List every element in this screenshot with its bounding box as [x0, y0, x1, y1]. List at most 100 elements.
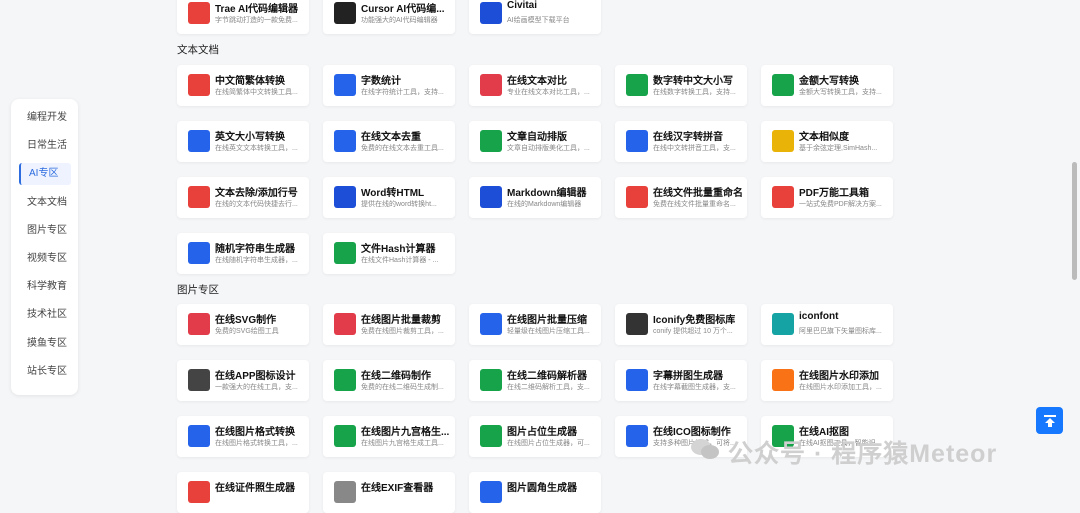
tool-card[interactable]: 数字转中文大小写 在线数字转换工具，支持...: [615, 65, 747, 106]
app-icon-design-icon: [188, 369, 210, 391]
compress-icon: [480, 313, 502, 335]
pinyin-icon: [626, 130, 648, 152]
tool-card[interactable]: 在线文本去重 免费的在线文本去重工具...: [323, 121, 455, 162]
tool-card[interactable]: 字数统计 在线字符统计工具，支持...: [323, 65, 455, 106]
hash-icon: [334, 242, 356, 264]
tool-card[interactable]: 在线文件批量重命名 免费在线文件批量重命名...: [615, 177, 747, 218]
tool-card[interactable]: 在线文本对比 专业在线文本对比工具，...: [469, 65, 601, 106]
similarity-icon: [772, 130, 794, 152]
sidebar-item[interactable]: 图片专区: [19, 220, 71, 242]
tool-title: Iconify免费图标库: [653, 315, 736, 326]
tool-card[interactable]: 在线图片格式转换在线图片格式转换工具，...: [177, 416, 309, 457]
tool-card[interactable]: 随机字符串生成器 在线随机字符串生成器，...: [177, 233, 309, 274]
tool-card[interactable]: 英文大小写转换在线英文文本转换工具，...: [177, 121, 309, 162]
sidebar-item[interactable]: 视频专区: [19, 248, 71, 270]
tool-desc: 在线图片九宫格生成工具...: [361, 440, 444, 447]
cursor-icon: [334, 2, 356, 24]
tool-desc: 阿里巴巴旗下矢量图标库...: [799, 328, 882, 335]
tool-desc: 在线图片水印添加工具，...: [799, 384, 882, 391]
sidebar-item[interactable]: 摸鱼专区: [19, 333, 71, 355]
tool-title: 英文大小写转换: [215, 132, 285, 143]
tool-card[interactable]: 文本相似度基于余弦定理,SimHash...: [761, 121, 893, 162]
section-title-image: 图片专区: [177, 284, 219, 296]
tool-desc: 一款强大的在线工具，支...: [215, 384, 298, 391]
sidebar-item[interactable]: 站长专区: [19, 361, 71, 383]
tool-card[interactable]: 在线汉字转拼音 在线中文转拼音工具，支...: [615, 121, 747, 162]
pdf-icon: [772, 186, 794, 208]
tool-card[interactable]: 文章自动排版文章自动排版美化工具，...: [469, 121, 601, 162]
sidebar-item[interactable]: 日常生活: [19, 135, 71, 157]
ico-icon: [626, 425, 648, 447]
tool-card[interactable]: 文本去除/添加行号 在线的文本代码快捷去行...: [177, 177, 309, 218]
tool-title: 在线图片格式转换: [215, 427, 295, 438]
tool-card[interactable]: 在线图片批量裁剪 免费在线图片裁剪工具，...: [323, 304, 455, 345]
tool-title: 随机字符串生成器: [215, 244, 295, 255]
tool-desc: 免费的在线文本去重工具...: [361, 145, 444, 152]
category-sidebar: 编程开发日常生活 AI专区文本文档图片专区视频专区科学教育技术社区摸鱼专区站长专区: [11, 99, 78, 395]
tool-title: 文本相似度: [799, 132, 849, 143]
placeholder-icon: [480, 425, 502, 447]
sidebar-item[interactable]: 文本文档: [19, 192, 71, 214]
tool-title: 在线二维码解析器: [507, 371, 587, 382]
tool-card[interactable]: PDF万能工具箱 一站式免费PDF解决方案...: [761, 177, 893, 218]
tool-card[interactable]: Markdown编辑器 在线的Markdown编辑器: [469, 177, 601, 218]
back-to-top-button[interactable]: [1036, 407, 1063, 434]
sidebar-item[interactable]: AI专区: [19, 163, 71, 186]
tool-card[interactable]: 在线图片九宫格生... 在线图片九宫格生成工具...: [323, 416, 455, 457]
tool-card[interactable]: 金额大写转换 金额大写转换工具，支持...: [761, 65, 893, 106]
tool-card[interactable]: 在线SVG制作 免费的SVG绘图工具: [177, 304, 309, 345]
tool-desc: 在线的文本代码快捷去行...: [215, 201, 298, 208]
tool-desc: 在线二维码解析工具，支...: [507, 384, 590, 391]
tool-title: 在线图片水印添加: [799, 371, 879, 382]
tool-title: 在线汉字转拼音: [653, 132, 723, 143]
tool-card[interactable]: 在线二维码制作 免费的在线二维码生成制...: [323, 360, 455, 401]
tool-title: 字幕拼图生成器: [653, 371, 723, 382]
subtitle-icon: [626, 369, 648, 391]
tool-card[interactable]: 中文简繁体转换 在线简繁体中文转换工具...: [177, 65, 309, 106]
tool-card[interactable]: 在线证件照生成器: [177, 472, 309, 513]
tool-desc: 在线英文文本转换工具，...: [215, 145, 298, 152]
tool-card[interactable]: 文件Hash计算器 在线文件Hash计算器 - ...: [323, 233, 455, 274]
tool-desc: 文章自动排版美化工具，...: [507, 145, 590, 152]
sidebar-item[interactable]: 技术社区: [19, 304, 71, 326]
tool-desc: 基于余弦定理,SimHash...: [799, 145, 878, 152]
case-icon: [188, 130, 210, 152]
word-icon: [334, 186, 356, 208]
tool-title: Word转HTML: [361, 188, 425, 199]
tool-card[interactable]: 在线EXIF查看器: [323, 472, 455, 513]
tool-card[interactable]: Word转HTML 提供在线的word转换ht...: [323, 177, 455, 218]
tool-card[interactable]: Trae AI代码编辑器 字节跳动打造的一款免费...: [177, 0, 309, 34]
tool-title: 在线二维码制作: [361, 371, 431, 382]
tool-desc: 免费在线图片裁剪工具，...: [361, 328, 444, 335]
tool-title: 在线APP图标设计: [215, 371, 296, 382]
tool-card[interactable]: Iconify免费图标库 conify 提供超过 10 万个...: [615, 304, 747, 345]
tool-card[interactable]: Civitai AI绘画模型下载平台: [469, 0, 601, 34]
watermark-text: 公众号 · 程序猿Meteor: [728, 440, 998, 468]
tool-card[interactable]: 在线APP图标设计一款强大的在线工具，支...: [177, 360, 309, 401]
tool-card[interactable]: iconfont 阿里巴巴旗下矢量图标库...: [761, 304, 893, 345]
tool-card[interactable]: 在线图片水印添加在线图片水印添加工具，...: [761, 360, 893, 401]
rename-icon: [626, 186, 648, 208]
page-scrollbar[interactable]: [1072, 162, 1077, 280]
tool-card[interactable]: 图片圆角生成器: [469, 472, 601, 513]
tool-title: iconfont: [799, 311, 839, 322]
tool-desc: 功能强大的AI代码编辑器: [361, 17, 438, 24]
line-number-icon: [188, 186, 210, 208]
tool-desc: 在线字幕截图生成器，支...: [653, 384, 736, 391]
tool-title: 字数统计: [361, 76, 401, 87]
tool-card[interactable]: 字幕拼图生成器在线字幕截图生成器，支...: [615, 360, 747, 401]
tool-desc: 轻量级在线图片压缩工具...: [507, 328, 590, 335]
tool-desc: 在线简繁体中文转换工具...: [215, 89, 298, 96]
tool-title: 文件Hash计算器: [361, 244, 436, 255]
tool-card[interactable]: 在线图片批量压缩轻量级在线图片压缩工具...: [469, 304, 601, 345]
sidebar-item[interactable]: 编程开发: [19, 107, 71, 129]
tool-desc: 在线图片格式转换工具，...: [215, 440, 298, 447]
tool-card[interactable]: 在线二维码解析器在线二维码解析工具，支...: [469, 360, 601, 401]
tool-card[interactable]: Cursor AI代码编... 功能强大的AI代码编辑器: [323, 0, 455, 34]
sidebar-item[interactable]: 科学教育: [19, 276, 71, 298]
id-photo-icon: [188, 481, 210, 503]
tool-card[interactable]: 图片占位生成器 在线图片占位生成器，可...: [469, 416, 601, 457]
tool-title: 在线图片批量压缩: [507, 315, 587, 326]
tool-desc: 一站式免费PDF解决方案...: [799, 201, 882, 208]
tool-title: 文章自动排版: [507, 132, 567, 143]
